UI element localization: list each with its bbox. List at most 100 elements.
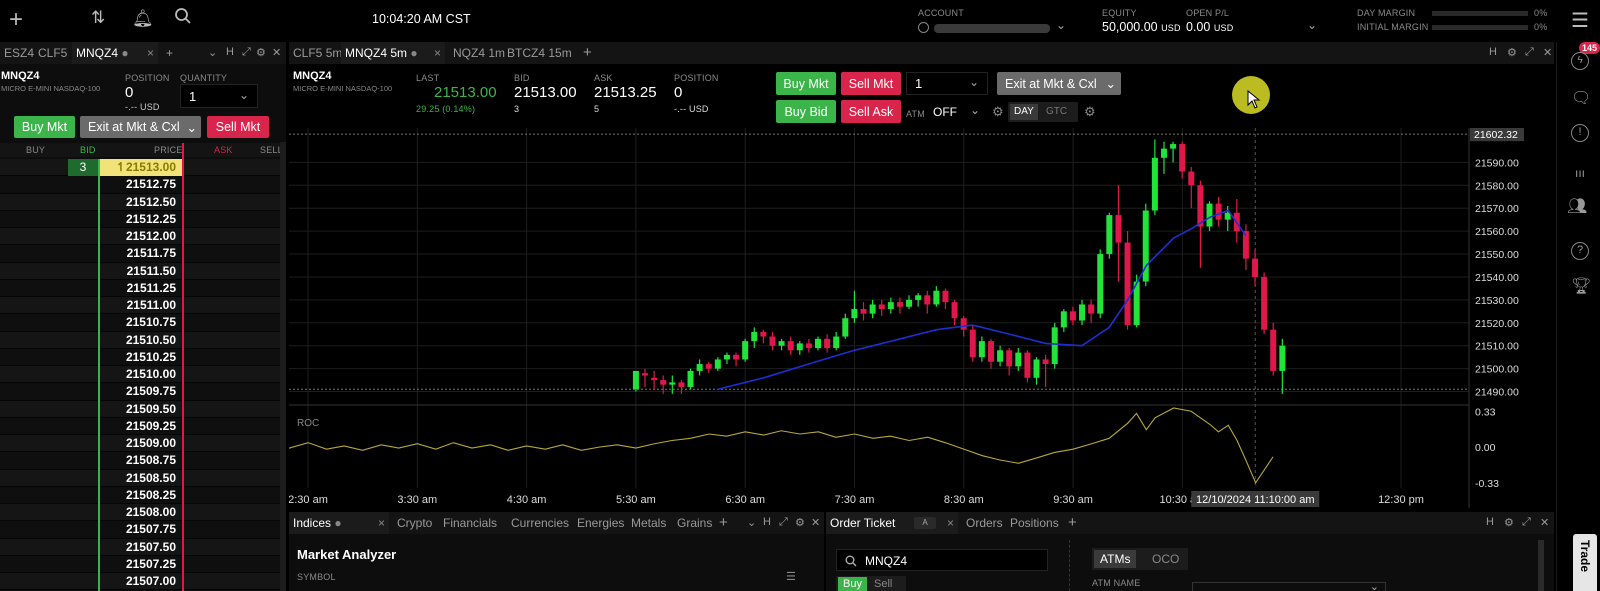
dom-ladder-row[interactable]: 21507.75 bbox=[0, 521, 280, 539]
dom-price-cell[interactable]: 21512.25 bbox=[100, 211, 182, 228]
link-icon[interactable]: ⤢ bbox=[1525, 46, 1534, 59]
trophy-icon[interactable]: 🏆︎ bbox=[1571, 276, 1591, 296]
tab-metals[interactable]: Metals bbox=[627, 512, 670, 534]
close-icon[interactable]: ✕ bbox=[1543, 46, 1552, 59]
chevron-down-icon[interactable]: ⌄ bbox=[1056, 18, 1066, 32]
h-icon[interactable]: H bbox=[1486, 516, 1494, 528]
h-icon[interactable]: H bbox=[763, 516, 771, 528]
chevron-down-icon[interactable]: ⌄ bbox=[1370, 580, 1379, 591]
dom-price-cell[interactable]: 21512.75 bbox=[100, 176, 182, 193]
link-icon[interactable]: ⤢ bbox=[1522, 516, 1531, 529]
dom-price-cell[interactable]: 21508.25 bbox=[100, 487, 182, 504]
tab-nqz4-chart[interactable]: NQZ4 1m bbox=[449, 42, 509, 64]
close-icon[interactable]: × bbox=[147, 42, 154, 64]
dom-ladder-row[interactable]: 21512.25 bbox=[0, 210, 280, 228]
tab-mnqz4-chart[interactable]: MNQZ4 5m ● × bbox=[341, 42, 445, 64]
menu-icon[interactable]: ☰ bbox=[1571, 8, 1589, 33]
tab-energies[interactable]: Energies bbox=[573, 512, 628, 534]
sell-option[interactable]: Sell bbox=[874, 578, 892, 590]
buy-option[interactable]: Buy bbox=[838, 577, 867, 591]
close-icon[interactable]: × bbox=[434, 42, 441, 64]
dom-ladder-row[interactable]: 21510.75 bbox=[0, 314, 280, 332]
exit-mkt-button[interactable]: Exit at Mkt & Cxl ⌄ bbox=[997, 72, 1121, 95]
dom-price-cell[interactable]: 21507.50 bbox=[100, 539, 182, 556]
account-selector[interactable] bbox=[934, 24, 1050, 33]
tab-crypto[interactable]: Crypto bbox=[393, 512, 436, 534]
ticket-search-input[interactable]: MNQZ4 bbox=[836, 549, 1048, 571]
chevron-down-icon[interactable]: ⌄ bbox=[970, 103, 980, 117]
lightning-icon[interactable]: ϟ bbox=[1571, 52, 1589, 70]
dom-price-cell[interactable]: 21509.25 bbox=[100, 418, 182, 435]
add-tab-icon[interactable]: + bbox=[715, 512, 732, 534]
dom-ladder-row[interactable]: 21511.50 bbox=[0, 262, 280, 280]
dom-ladder-row[interactable]: 21512.50 bbox=[0, 193, 280, 211]
tab-currencies[interactable]: Currencies bbox=[507, 512, 573, 534]
dom-price-cell[interactable]: 21510.25 bbox=[100, 349, 182, 366]
gtc-option[interactable]: GTC bbox=[1046, 106, 1067, 117]
dom-ladder-row[interactable]: 21510.50 bbox=[0, 331, 280, 349]
chat-icon[interactable]: 🗨︎ bbox=[1571, 88, 1591, 108]
dom-ladder-row[interactable]: 21510.00 bbox=[0, 366, 280, 384]
gear-icon[interactable]: ⚙ bbox=[992, 104, 1004, 120]
ticket-scrollbar[interactable] bbox=[1538, 540, 1544, 591]
dom-ladder-row[interactable]: 21508.00 bbox=[0, 504, 280, 522]
tab-clf5[interactable]: CLF5 bbox=[34, 42, 71, 64]
close-icon[interactable]: × bbox=[378, 512, 385, 534]
dom-ladder-row[interactable]: 21507.00 bbox=[0, 573, 280, 591]
gear-icon[interactable]: ⚙ bbox=[1507, 46, 1517, 59]
close-icon[interactable]: ✕ bbox=[272, 46, 281, 59]
sort-arrows-icon[interactable]: ⇅ bbox=[91, 8, 105, 28]
add-icon[interactable]: + bbox=[9, 6, 23, 34]
dom-buy-mkt-button[interactable]: Buy Mkt bbox=[14, 116, 75, 138]
dom-scrollbar[interactable] bbox=[280, 142, 286, 591]
price-chart[interactable]: ROC 21590.00 21580.00 21570.00 21560.00 21550… bbox=[289, 128, 1554, 508]
dom-ladder-row[interactable]: 21508.25 bbox=[0, 486, 280, 504]
gear-icon[interactable]: ⚙ bbox=[1504, 516, 1514, 529]
day-option[interactable]: DAY bbox=[1010, 104, 1038, 120]
dom-ladder-row[interactable]: 21511.00 bbox=[0, 297, 280, 315]
dom-quantity-input[interactable]: 1 ⌄ bbox=[180, 84, 258, 108]
buy-mkt-button[interactable]: Buy Mkt bbox=[776, 72, 836, 95]
add-tab-icon[interactable]: + bbox=[162, 42, 177, 64]
dom-price-cell[interactable]: 21507.25 bbox=[100, 556, 182, 573]
dom-price-cell[interactable]: 21510.00 bbox=[100, 366, 182, 383]
close-icon[interactable]: × bbox=[947, 512, 954, 534]
sell-mkt-button[interactable]: Sell Mkt bbox=[841, 72, 901, 95]
dom-price-cell[interactable]: 21509.50 bbox=[100, 401, 182, 418]
buy-bid-button[interactable]: Buy Bid bbox=[776, 100, 836, 123]
sell-ask-button[interactable]: Sell Ask bbox=[841, 100, 901, 123]
tab-clf5-chart[interactable]: CLF5 5m bbox=[289, 42, 346, 64]
dom-sell-mkt-button[interactable]: Sell Mkt bbox=[207, 116, 269, 138]
bars-icon[interactable]: ııı bbox=[1575, 166, 1585, 180]
tab-esz4[interactable]: ESZ4 bbox=[0, 42, 38, 64]
dom-ladder-row[interactable]: 21509.25 bbox=[0, 417, 280, 435]
dom-price-cell[interactable]: 21511.50 bbox=[100, 263, 182, 280]
dom-price-cell[interactable]: 21509.00 bbox=[100, 435, 182, 452]
dom-ladder-row[interactable]: 21508.50 bbox=[0, 469, 280, 487]
dom-ladder-row[interactable]: 21509.00 bbox=[0, 435, 280, 453]
dom-price-cell[interactable]: 21512.00 bbox=[100, 228, 182, 245]
dom-ladder-row[interactable]: 21511.75 bbox=[0, 245, 280, 263]
add-tab-icon[interactable]: + bbox=[579, 42, 596, 64]
dom-price-cell[interactable]: 21511.00 bbox=[100, 297, 182, 314]
atms-option[interactable]: ATMs bbox=[1094, 550, 1137, 568]
dom-price-cell[interactable]: 21512.50 bbox=[100, 194, 182, 211]
oco-option[interactable]: OCO bbox=[1152, 552, 1179, 566]
dom-exit-button[interactable]: Exit at Mkt & Cxl ⌄ bbox=[80, 116, 201, 138]
chevron-down-icon[interactable]: ⌄ bbox=[208, 46, 217, 59]
link-icon[interactable]: ⤢ bbox=[242, 46, 251, 59]
dom-ladder-row[interactable]: 21509.75 bbox=[0, 383, 280, 401]
dom-ladder-row[interactable]: 21511.25 bbox=[0, 279, 280, 297]
trade-button[interactable]: Trade bbox=[1573, 534, 1597, 591]
dom-ladder-row[interactable]: 21512.00 bbox=[0, 228, 280, 246]
tab-mnqz4[interactable]: MNQZ4 ● × bbox=[72, 42, 158, 64]
gear-icon[interactable]: ⚙ bbox=[1084, 104, 1096, 120]
dom-ladder-row[interactable]: 21507.50 bbox=[0, 538, 280, 556]
dom-ladder-row[interactable]: ↿21513.00 3 bbox=[0, 159, 280, 177]
gear-icon[interactable]: ⚙ bbox=[795, 516, 805, 529]
tab-order-ticket[interactable]: Order Ticket A × bbox=[826, 512, 958, 534]
h-icon[interactable]: H bbox=[1489, 46, 1497, 58]
dom-price-cell[interactable]: 21511.25 bbox=[100, 280, 182, 297]
h-icon[interactable]: H bbox=[226, 46, 234, 58]
dom-price-cell[interactable]: 21511.75 bbox=[100, 245, 182, 262]
